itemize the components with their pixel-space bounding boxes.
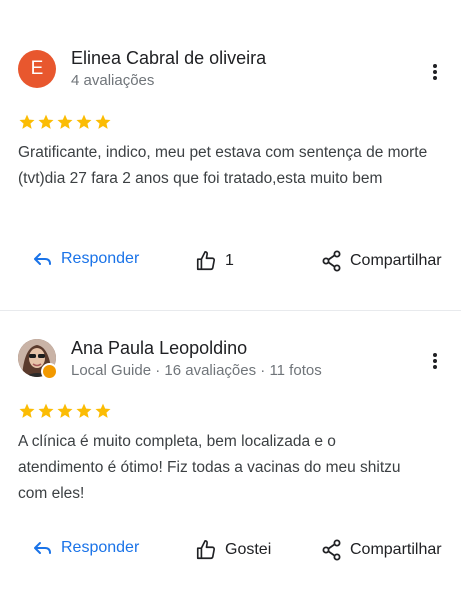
star-icon [57, 114, 73, 129]
share-icon [322, 539, 341, 561]
reply-icon [34, 253, 51, 265]
more-options-button[interactable] [426, 349, 444, 373]
star-icon [19, 403, 35, 418]
more-vert-icon [433, 353, 437, 369]
reviewer-meta[interactable]: Local Guide · 16 avaliações · 11 fotos [71, 362, 322, 379]
star-rating [18, 402, 112, 420]
star-icon [76, 114, 92, 129]
like-count: 1 [225, 252, 234, 269]
more-vert-icon [433, 64, 437, 80]
review-card: Ana Paula Leopoldino Local Guide · 16 av… [0, 311, 461, 600]
reviewer-avatar[interactable]: E [18, 50, 56, 88]
thumb-up-icon [196, 251, 216, 271]
review-text: Gratificante, indico, meu pet estava com… [18, 144, 428, 187]
star-icon [95, 114, 111, 129]
like-button[interactable]: 1 [195, 250, 234, 272]
star-icon [38, 114, 54, 129]
reviewer-meta[interactable]: 4 avaliações [71, 72, 154, 89]
like-button[interactable]: Gostei [195, 539, 271, 561]
more-options-button[interactable] [426, 60, 444, 84]
reply-button[interactable]: Responder [33, 539, 139, 557]
share-icon [322, 250, 341, 272]
reviewer-name[interactable]: Elinea Cabral de oliveira [71, 48, 266, 69]
share-label: Compartilhar [350, 541, 442, 558]
share-label: Compartilhar [350, 252, 442, 269]
reply-icon [34, 542, 51, 554]
review-text: A clínica é muito completa, bem localiza… [18, 433, 401, 502]
local-guide-badge-icon [41, 363, 58, 380]
review-card: E Elinea Cabral de oliveira 4 avaliações… [0, 0, 461, 310]
like-label: Gostei [225, 541, 272, 558]
reply-button[interactable]: Responder [33, 250, 139, 268]
star-rating [18, 113, 112, 131]
share-button[interactable]: Compartilhar [322, 539, 442, 561]
share-button[interactable]: Compartilhar [322, 250, 442, 272]
reply-label: Responder [61, 539, 140, 556]
avatar-letter: E [30, 58, 44, 79]
star-icon [38, 403, 54, 418]
reply-label: Responder [61, 250, 140, 267]
star-icon [95, 403, 111, 418]
star-icon [76, 403, 92, 418]
thumb-up-icon [196, 540, 216, 560]
star-icon [57, 403, 73, 418]
reviewer-name[interactable]: Ana Paula Leopoldino [71, 338, 247, 359]
star-icon [19, 114, 35, 129]
